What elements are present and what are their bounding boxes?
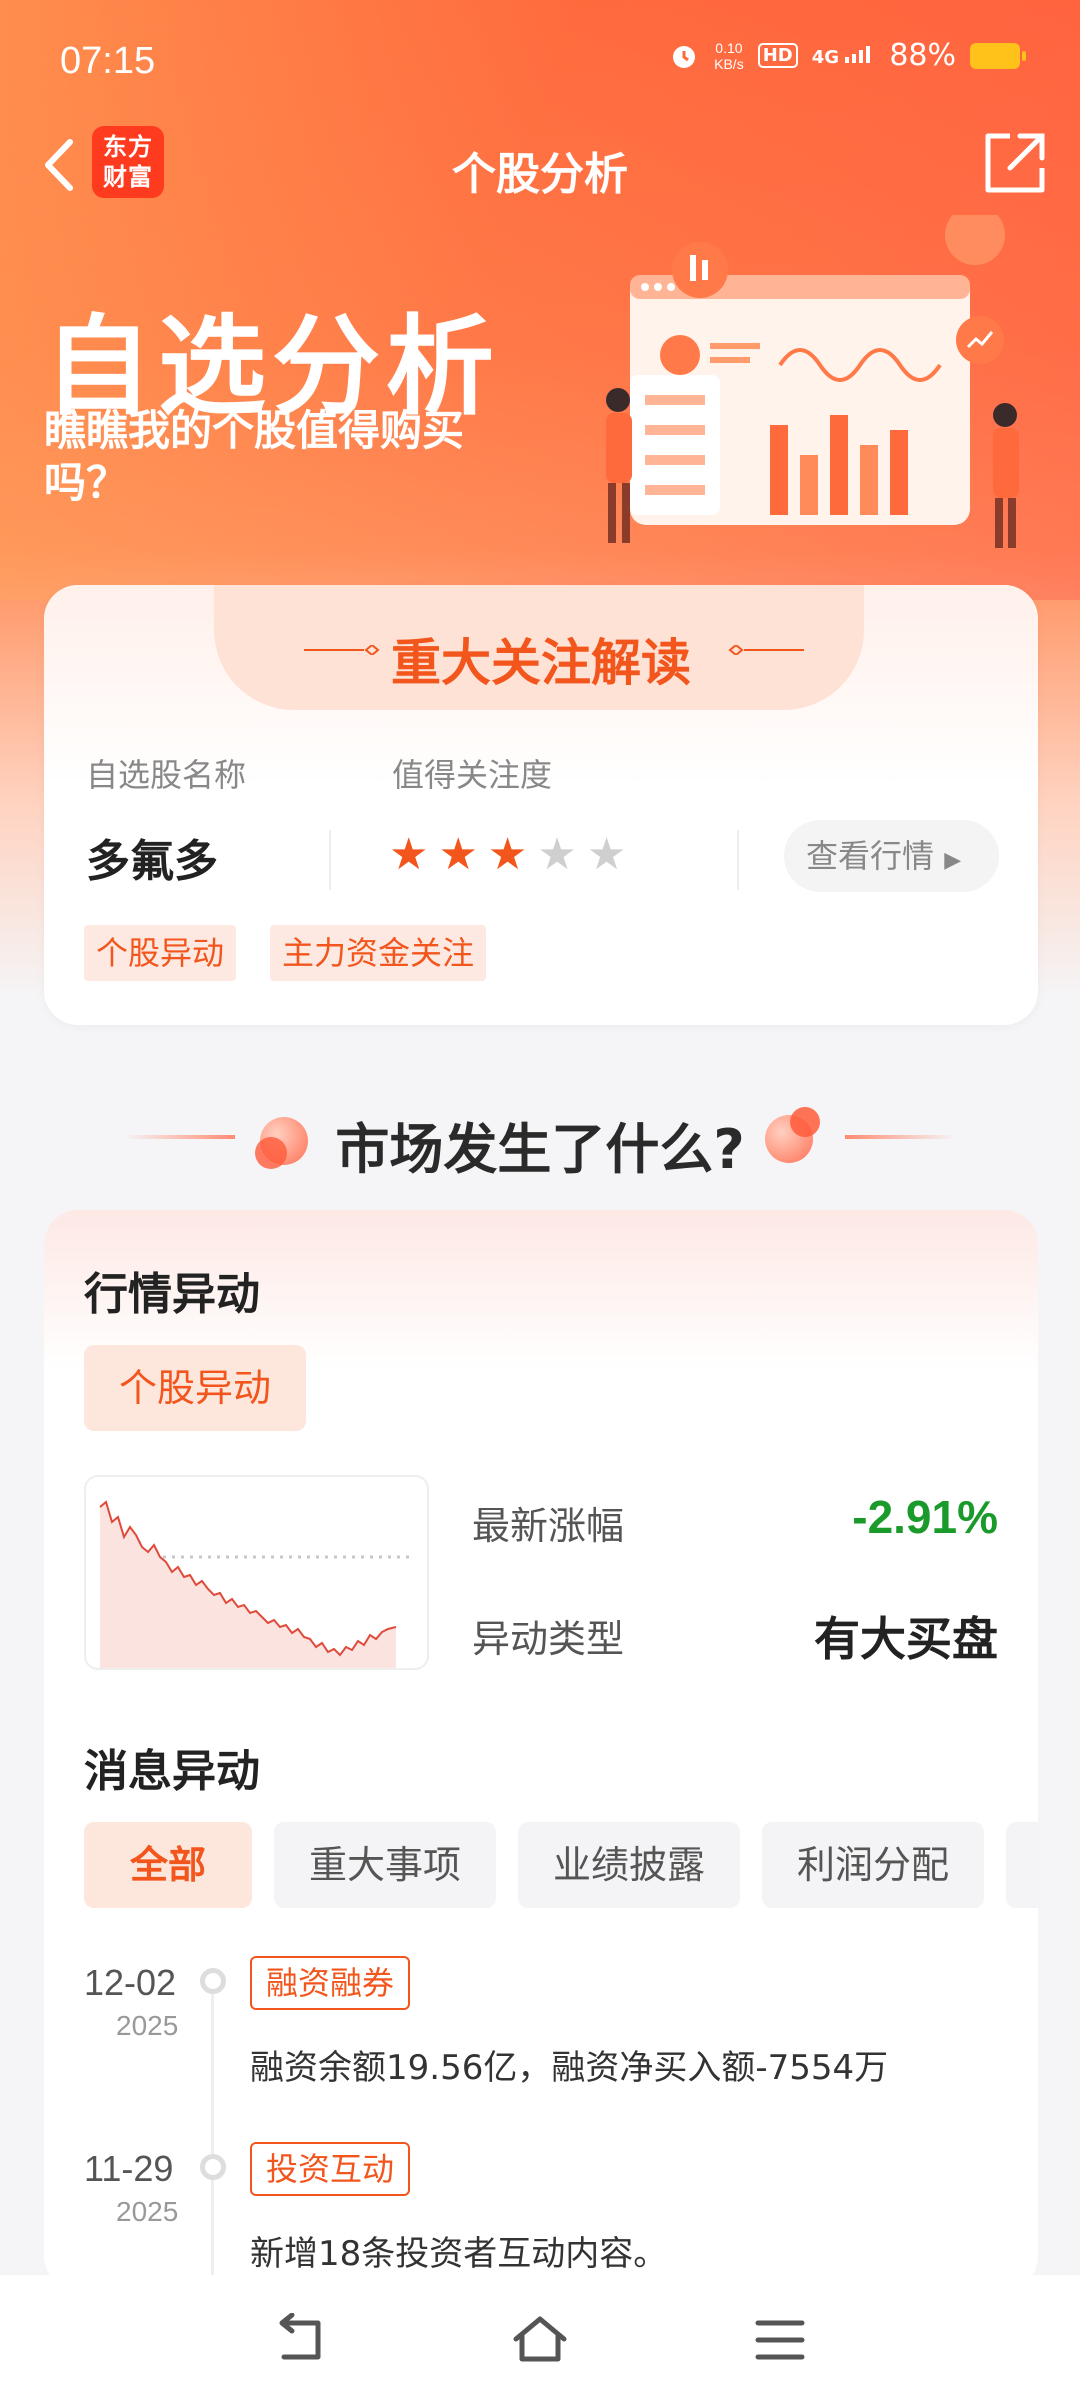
timeline-text: 融资余额19.56亿，融资净买入额-7554万 (250, 2048, 889, 2088)
star-icon: ★ (487, 829, 528, 880)
filter-tab-more[interactable] (1006, 1822, 1038, 1908)
timeline-tag: 融资融券 (250, 1956, 411, 2010)
focus-card: 重大关注解读 自选股名称 值得关注度 多氟多 ★ ★ ★ ★ ★ 查看行情 ▶ 个股异动… (44, 585, 1038, 1025)
system-nav-bar (0, 2275, 1080, 2400)
anomaly-type-value: 有大买盘 (814, 1612, 998, 1666)
star-icon: ★ (438, 829, 478, 880)
orb-decor-icon (790, 1107, 820, 1137)
focus-tag: 主力资金关注 (270, 925, 487, 981)
view-quote-label: 查看行情 (806, 837, 935, 875)
section-title: 市场发生了什么? (335, 1118, 745, 1181)
news-anomaly-heading: 消息异动 (84, 1746, 260, 1797)
status-time: 07:15 (60, 40, 156, 82)
filter-tab-major-events[interactable]: 重大事项 (274, 1822, 496, 1908)
analysis-illustration (606, 215, 1019, 548)
signal-icon (845, 45, 871, 63)
divider (737, 830, 739, 890)
status-icons: 0.10 KB/s HD 4G 88% (668, 38, 1026, 73)
market-card: 行情异动 个股异动 最新涨幅 -2.91% 异动类型 有大买盘 消息异动 全部 … (44, 1210, 1038, 2290)
focus-card-title: 重大关注解读 (391, 634, 691, 692)
attention-label: 值得关注度 (392, 756, 553, 794)
stock-name: 多氟多 (86, 836, 218, 887)
star-icon: ★ (537, 829, 577, 880)
hd-icon: HD (757, 43, 798, 68)
timeline-date: 11-29 (84, 2148, 174, 2189)
network-type: 4G (812, 45, 876, 67)
banner-subtitle: 瞧瞧我的个股值得购买吗？ (44, 406, 465, 507)
anomaly-type-label: 异动类型 (472, 1617, 625, 1661)
back-icon[interactable] (270, 2313, 330, 2367)
attention-rating: ★ ★ ★ ★ ★ (389, 833, 626, 877)
timeline-tag: 投资互动 (250, 2142, 411, 2196)
section-line (845, 1135, 955, 1139)
timeline-text: 新增18条投资者互动内容。 (250, 2234, 668, 2274)
filter-tab-profit-distribution[interactable]: 利润分配 (762, 1822, 984, 1908)
speed-unit: KB/s (714, 55, 744, 72)
status-bar: 07:15 0.10 KB/s HD 4G 88% (0, 0, 1080, 120)
latest-change-value: -2.91% (852, 1491, 998, 1543)
nav-bar: 东方 财富 个股分析 (0, 110, 1080, 220)
speed-value: 0.10 (715, 39, 743, 56)
stock-anomaly-badge: 个股异动 (84, 1345, 306, 1431)
price-sparkline[interactable] (84, 1475, 429, 1670)
latest-change-label: 最新涨幅 (472, 1504, 625, 1548)
timeline-year: 2025 (116, 2010, 179, 2041)
focus-tag: 个股异动 (84, 925, 237, 981)
star-icon: ★ (389, 829, 429, 880)
share-icon[interactable] (980, 128, 1050, 198)
market-anomaly-heading: 行情异动 (84, 1269, 260, 1320)
section-header: 市场发生了什么? (0, 1095, 1080, 1185)
diamond-decor-icon (728, 645, 804, 655)
filter-tab-all[interactable]: 全部 (84, 1822, 252, 1908)
sparkline-chart (99, 1500, 414, 1668)
timeline-year: 2025 (116, 2196, 179, 2227)
timeline-dot (200, 1968, 226, 1994)
network-speed: 0.10 KB/s (714, 40, 744, 72)
battery-icon (970, 42, 1026, 69)
stock-name-label: 自选股名称 (86, 756, 247, 794)
star-icon: ★ (586, 829, 627, 880)
view-quote-button[interactable]: 查看行情 ▶ (784, 820, 999, 892)
page-title: 个股分析 (452, 149, 628, 200)
timeline-date: 12-02 (84, 1962, 177, 2003)
filter-tab-earnings[interactable]: 业绩披露 (518, 1822, 740, 1908)
home-icon[interactable] (510, 2313, 570, 2367)
network-label: 4G (811, 46, 840, 68)
timeline-dot (200, 2154, 226, 2180)
triangle-right-icon: ▶ (944, 848, 962, 873)
timeline-line (211, 1980, 214, 2280)
divider (329, 830, 331, 890)
battery-percent: 88% (889, 38, 956, 73)
alarm-icon (673, 45, 696, 68)
menu-icon[interactable] (750, 2313, 810, 2367)
